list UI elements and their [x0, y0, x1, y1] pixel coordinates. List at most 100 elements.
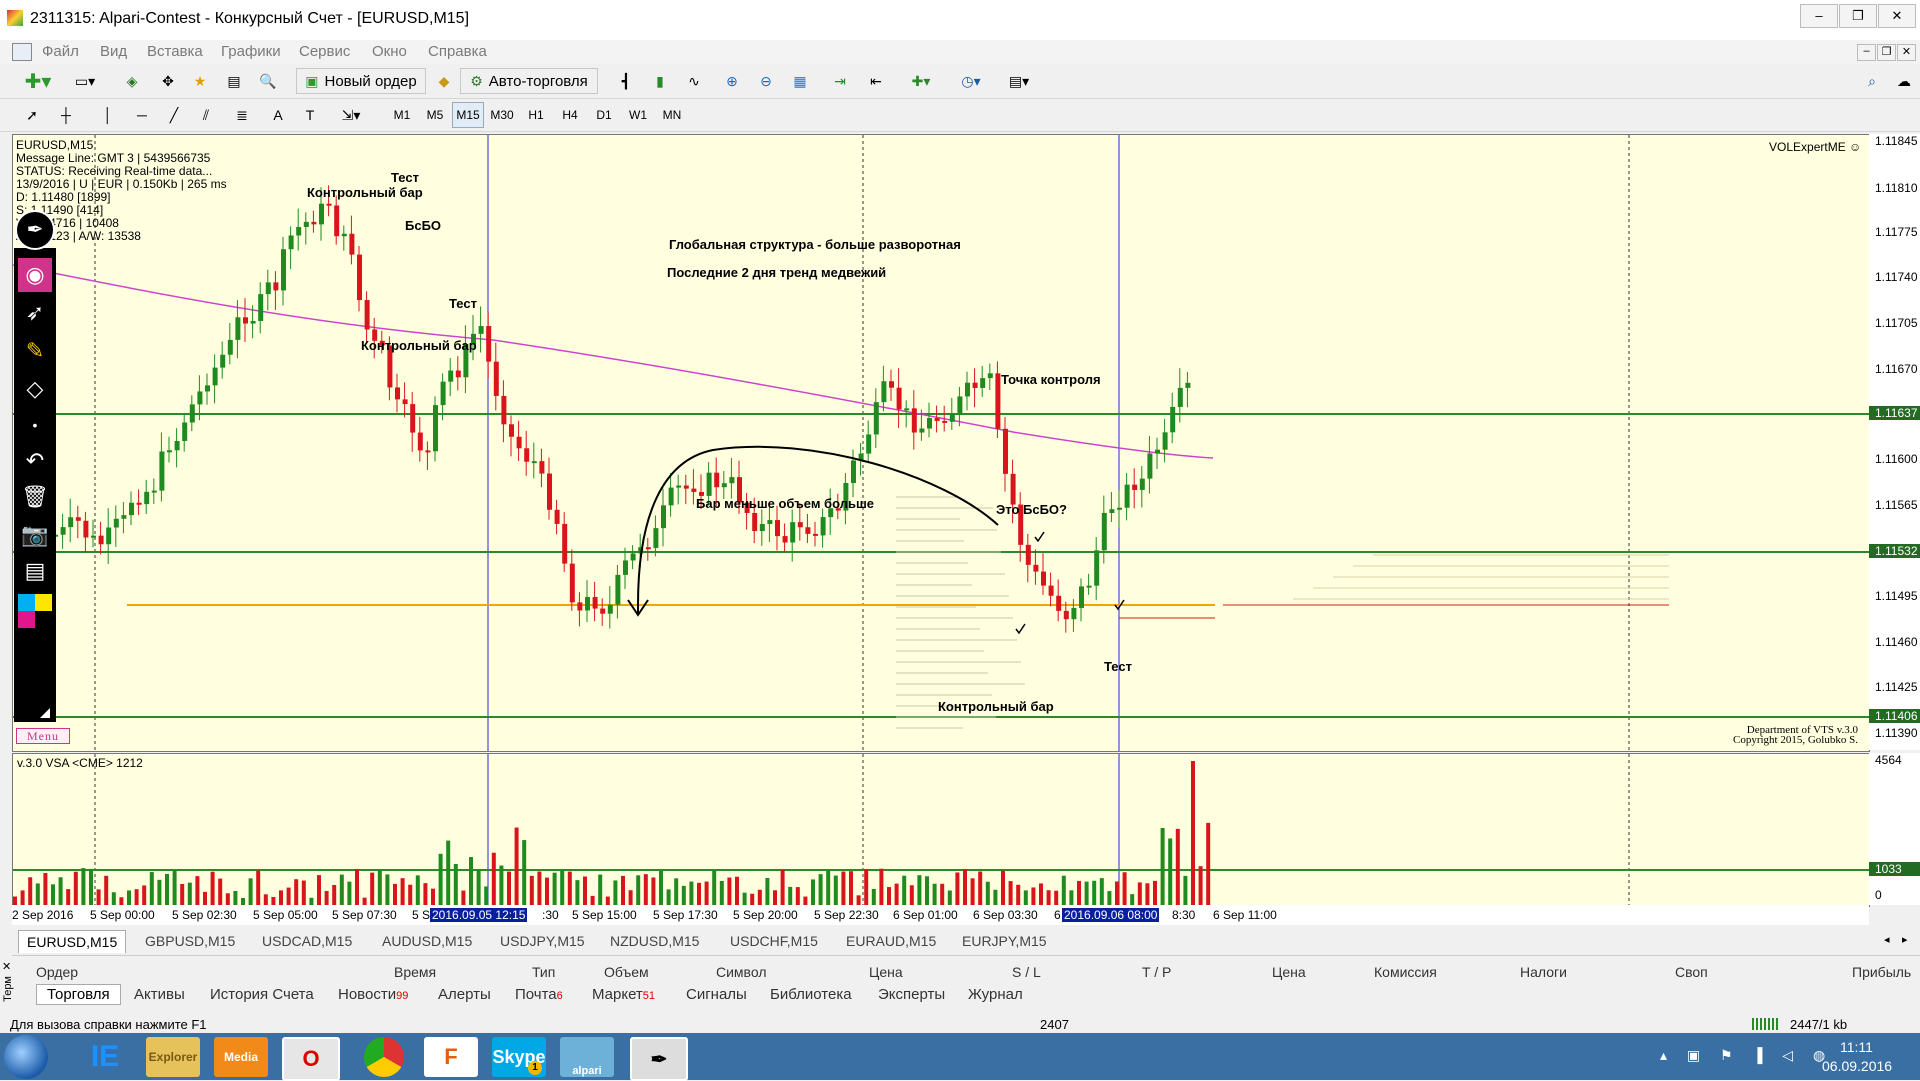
chart-tab-usdchf[interactable]: USDCHF,M15: [730, 933, 818, 949]
search-icon[interactable]: ⌕: [1858, 68, 1886, 94]
terminal-close-icon[interactable]: ✕: [2, 960, 11, 973]
strategy-tester-icon[interactable]: 🔍: [254, 68, 282, 94]
terminal-tab-mailbox[interactable]: Почта6: [515, 986, 563, 1003]
camera-icon[interactable]: 📷: [18, 518, 52, 552]
chart-tab-gbpusd[interactable]: GBPUSD,M15: [145, 933, 235, 949]
chart-tab-usdcad[interactable]: USDCAD,M15: [262, 933, 352, 949]
volume-indicator-pane[interactable]: v.3.0 VSA <CME> 1212: [12, 753, 1870, 907]
terminal-tab-journal[interactable]: Журнал: [968, 986, 1023, 1003]
indicators-button[interactable]: ✚▾: [900, 68, 942, 94]
vertical-line-icon[interactable]: │: [94, 102, 122, 128]
crosshair-icon[interactable]: ┼: [52, 102, 80, 128]
line-chart-icon[interactable]: ∿: [680, 68, 708, 94]
col-type[interactable]: Тип: [532, 964, 555, 980]
col-tp[interactable]: T / P: [1142, 964, 1171, 980]
periods-button[interactable]: ◷▾: [950, 68, 992, 94]
chat-icon[interactable]: ☁: [1890, 68, 1918, 94]
eye-icon[interactable]: ◉: [18, 258, 52, 292]
timeframe-m5[interactable]: M5: [419, 102, 451, 128]
col-order[interactable]: Ордер: [36, 964, 78, 980]
taskbar-explorer-icon[interactable]: Explorer: [146, 1037, 200, 1077]
candle-chart-icon[interactable]: ▮: [646, 68, 674, 94]
color-swatch-black[interactable]: [35, 611, 52, 628]
menu-charts[interactable]: Графики: [221, 43, 281, 60]
menu-window[interactable]: Окно: [372, 43, 407, 60]
equidistant-channel-icon[interactable]: ⫽: [192, 102, 220, 128]
text-label-icon[interactable]: T: [296, 102, 324, 128]
chart-tab-audusd[interactable]: AUDUSD,M15: [382, 933, 472, 949]
autotrading-button[interactable]: ⚙ Авто-торговля: [460, 68, 598, 94]
close-button[interactable]: ✕: [1878, 4, 1916, 28]
taskbar-chrome-icon[interactable]: [364, 1037, 404, 1077]
terminal-tab-history[interactable]: История Счета: [210, 986, 314, 1003]
chart-tab-eurusd[interactable]: EURUSD,M15: [18, 930, 127, 953]
color-swatch-magenta[interactable]: [18, 611, 35, 628]
chart-shift-icon[interactable]: ⇤: [862, 68, 890, 94]
col-swap[interactable]: Своп: [1675, 964, 1708, 980]
favorites-icon[interactable]: ★: [186, 68, 214, 94]
tile-windows-icon[interactable]: ▦: [786, 68, 814, 94]
auto-scroll-icon[interactable]: ⇥: [826, 68, 854, 94]
col-symbol[interactable]: Символ: [716, 964, 766, 980]
menu-file[interactable]: Файл: [42, 43, 79, 60]
mdi-restore-button[interactable]: ❐: [1877, 44, 1896, 61]
menu-help[interactable]: Справка: [428, 43, 487, 60]
menu-insert[interactable]: Вставка: [147, 43, 203, 60]
pen-logo-icon[interactable]: ✒: [15, 210, 55, 250]
chart-tab-usdjpy[interactable]: USDJPY,M15: [500, 933, 585, 949]
col-price[interactable]: Цена: [869, 964, 903, 980]
profiles-button[interactable]: ▭▾: [64, 68, 106, 94]
chart-tab-nzdusd[interactable]: NZDUSD,M15: [610, 933, 699, 949]
timeframe-m1[interactable]: M1: [386, 102, 418, 128]
mdi-minimize-button[interactable]: –: [1857, 44, 1876, 61]
terminal-tab-experts[interactable]: Эксперты: [878, 986, 945, 1003]
new-order-button[interactable]: ▣ Новый ордер: [296, 68, 426, 94]
taskbar-alpari-icon[interactable]: alpari: [560, 1037, 614, 1077]
timeframe-w1[interactable]: W1: [622, 102, 654, 128]
horizontal-line-icon[interactable]: ─: [128, 102, 156, 128]
tabs-scroll-right-icon[interactable]: ▸: [1902, 933, 1908, 946]
fibonacci-icon[interactable]: ≣: [228, 102, 256, 128]
col-time[interactable]: Время: [394, 964, 436, 980]
tray-time[interactable]: 11:11: [1840, 1039, 1873, 1055]
color-swatch-yellow[interactable]: [35, 594, 52, 611]
taskbar-media-icon[interactable]: Media: [214, 1037, 268, 1077]
taskbar-ie-icon[interactable]: IE: [78, 1037, 132, 1077]
timeframe-mn[interactable]: MN: [656, 102, 688, 128]
trash-icon[interactable]: 🗑: [18, 480, 52, 514]
templates-button[interactable]: ▤▾: [998, 68, 1040, 94]
color-swatch-cyan[interactable]: [18, 594, 35, 611]
taskbar-f-app-icon[interactable]: F: [424, 1037, 478, 1077]
tabs-scroll-left-icon[interactable]: ◂: [1884, 933, 1890, 946]
select-arrow-icon[interactable]: ➶: [18, 296, 52, 330]
tray-icons[interactable]: ▴ ▣ ⚑ ▐ ◁ ◍: [1660, 1047, 1833, 1064]
terminal-icon[interactable]: ▤: [220, 68, 248, 94]
timeframe-h1[interactable]: H1: [520, 102, 552, 128]
color-palette[interactable]: [18, 594, 52, 628]
col-profit[interactable]: Прибыль: [1852, 964, 1911, 980]
terminal-tab-news[interactable]: Новости99: [338, 986, 408, 1003]
timeframe-d1[interactable]: D1: [588, 102, 620, 128]
taskbar-mt-icon[interactable]: ✒: [630, 1037, 688, 1081]
timeframe-m30[interactable]: M30: [486, 102, 518, 128]
price-chart[interactable]: EURUSD,M15 Message Line: GMT 3 | 5439566…: [12, 134, 1870, 752]
bar-chart-icon[interactable]: ┫: [612, 68, 640, 94]
maximize-button[interactable]: ❐: [1839, 4, 1877, 28]
start-button[interactable]: [4, 1035, 48, 1079]
marker-icon[interactable]: ✎: [18, 334, 52, 368]
timeframe-m15[interactable]: M15: [452, 102, 484, 128]
text-icon[interactable]: A: [264, 102, 292, 128]
col-sl[interactable]: S / L: [1012, 964, 1041, 980]
terminal-tab-exposure[interactable]: Активы: [134, 986, 185, 1003]
zoom-out-icon[interactable]: ⊖: [752, 68, 780, 94]
col-volume[interactable]: Объем: [604, 964, 649, 980]
notes-icon[interactable]: ▤: [18, 554, 52, 588]
chart-tab-euraud[interactable]: EURAUD,M15: [846, 933, 936, 949]
new-chart-button[interactable]: ✚▾: [18, 68, 58, 94]
terminal-tab-alerts[interactable]: Алерты: [438, 986, 491, 1003]
crosshair-navigator-icon[interactable]: ✥: [154, 68, 182, 94]
col-taxes[interactable]: Налоги: [1520, 964, 1567, 980]
trendline-icon[interactable]: ╱: [160, 102, 188, 128]
menu-view[interactable]: Вид: [100, 43, 127, 60]
menu-tools[interactable]: Сервис: [299, 43, 350, 60]
